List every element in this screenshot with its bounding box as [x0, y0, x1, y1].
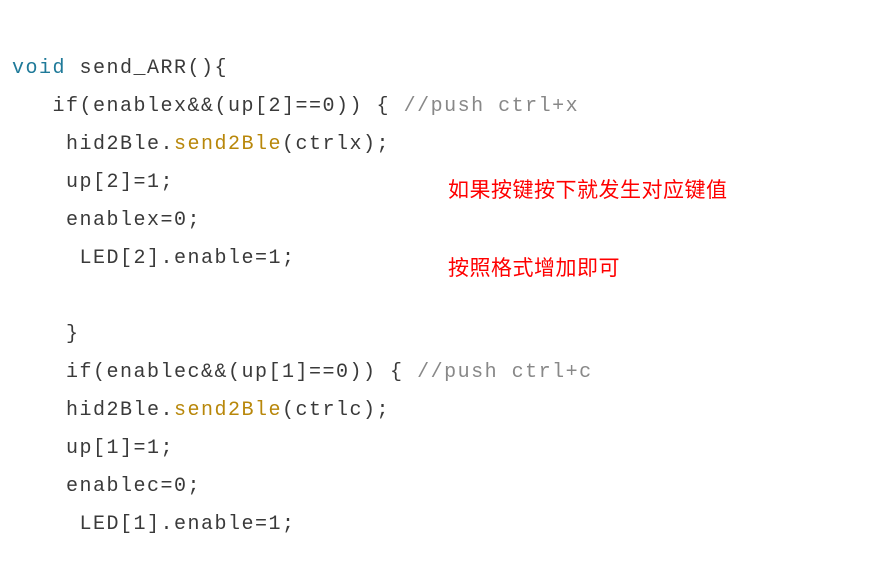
line-1: void send_ARR(){	[12, 57, 228, 80]
line-12: enablec=0;	[12, 475, 201, 498]
line-3: hid2Ble.send2Ble(ctrlx);	[12, 133, 390, 156]
call-send2ble-2: send2Ble	[174, 399, 282, 422]
line-11: up[1]=1;	[12, 437, 174, 460]
line-13: LED[1].enable=1;	[12, 513, 296, 536]
line-5: enablex=0;	[12, 209, 201, 232]
call-send2ble-1: send2Ble	[174, 133, 282, 156]
line-2: if(enablex&&(up[2]==0)) { //push ctrl+x	[12, 95, 579, 118]
keyword-void: void	[12, 57, 66, 80]
annotation-2: 按照格式增加即可	[448, 248, 620, 288]
comment-push-ctrlx: //push ctrl+x	[404, 95, 580, 118]
comment-push-ctrlc: //push ctrl+c	[417, 361, 593, 384]
line-6: LED[2].enable=1;	[12, 247, 296, 270]
line-9: if(enablec&&(up[1]==0)) { //push ctrl+c	[12, 361, 593, 384]
line-8: }	[12, 323, 80, 346]
annotation-1: 如果按键按下就发生对应键值	[448, 170, 728, 210]
line-4: up[2]=1;	[12, 171, 174, 194]
line-10: hid2Ble.send2Ble(ctrlc);	[12, 399, 390, 422]
